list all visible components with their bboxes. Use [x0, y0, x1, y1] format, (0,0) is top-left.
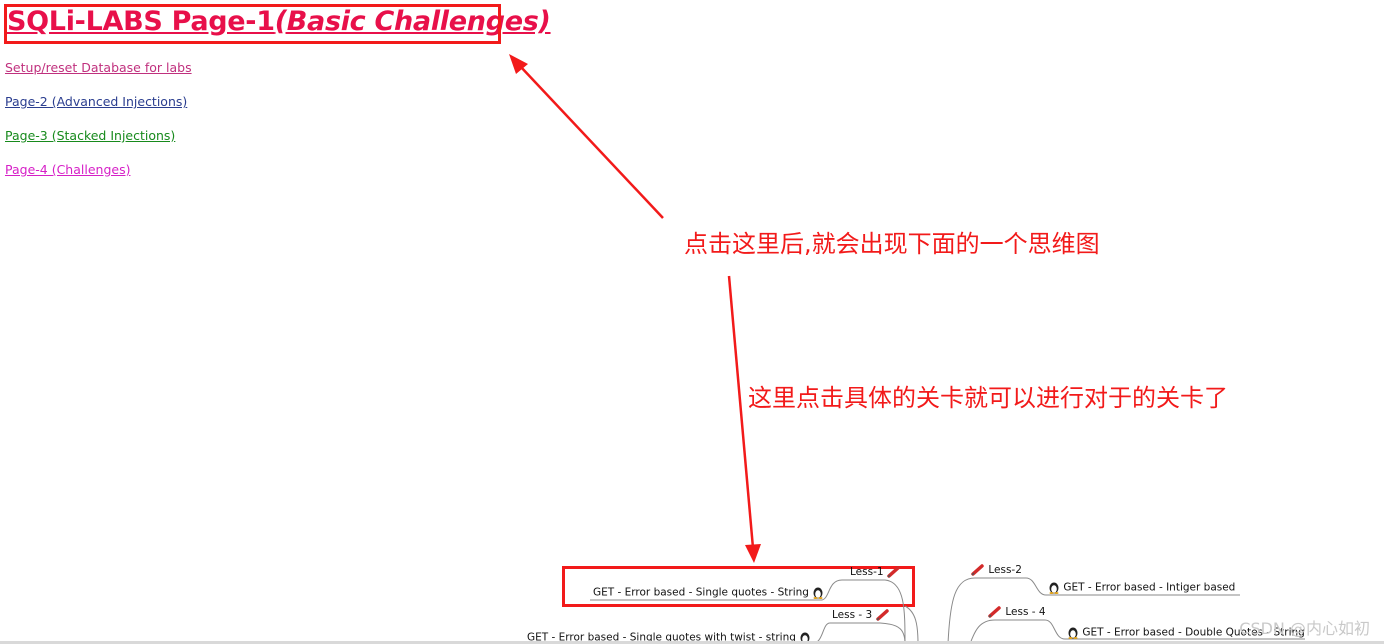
pencil-icon — [988, 606, 1001, 618]
mindmap-node-less-1[interactable]: Less-1 — [850, 566, 901, 578]
overlay-graphics — [509, 54, 1305, 644]
mindmap-node-less-2[interactable]: Less-2 — [971, 564, 1022, 576]
arrow-to-less-1 — [727, 275, 761, 563]
less-1-desc: GET - Error based - Single quotes - Stri… — [593, 586, 809, 599]
mindmap-node-less-4[interactable]: Less - 4 — [988, 606, 1046, 618]
less-2-label: Less-2 — [988, 564, 1022, 576]
csdn-watermark: CSDN @内心如初 — [1239, 619, 1370, 638]
less-2-desc: GET - Error based - Intiger based — [1063, 581, 1236, 594]
penguin-icon — [1049, 582, 1059, 594]
less-1-label: Less-1 — [850, 566, 884, 578]
penguin-icon — [1068, 627, 1078, 639]
less-4-label: Less - 4 — [1005, 606, 1046, 618]
arrow-to-title — [509, 54, 664, 219]
pencil-icon — [971, 564, 984, 576]
less-3-label: Less - 3 — [832, 609, 873, 621]
penguin-icon — [813, 587, 823, 599]
pencil-icon — [875, 609, 889, 621]
pencil-icon — [887, 566, 900, 578]
mindmap-node-less-3[interactable]: Less - 3 — [832, 609, 890, 621]
mindmap-desc-less-1[interactable]: GET - Error based - Single quotes - Stri… — [593, 586, 824, 599]
mindmap-desc-less-2[interactable]: GET - Error based - Intiger based — [1048, 581, 1235, 594]
